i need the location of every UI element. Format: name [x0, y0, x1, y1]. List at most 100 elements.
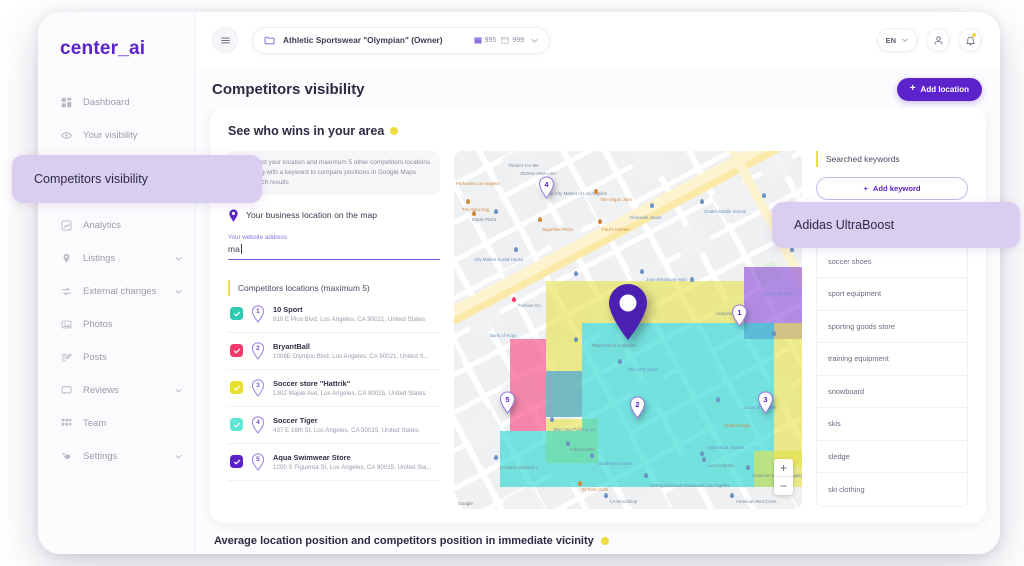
folder-icon [264, 35, 275, 46]
sidebar-item-your-visibility[interactable]: Your visibility [38, 119, 195, 152]
location-name: Athletic Sportswear "Olympian" (Owner) [283, 35, 443, 45]
user-account-button[interactable] [926, 28, 950, 52]
add-keyword-button[interactable]: + Add keyword [816, 177, 968, 200]
section-title: See who wins in your area [228, 124, 968, 138]
sidebar-item-reviews[interactable]: Reviews [38, 374, 195, 407]
sidebar-item-external-changes[interactable]: External changes [38, 275, 195, 308]
competitor-number: 2 [256, 344, 260, 352]
annotation-nav-tooltip: Competitors visibility [12, 155, 262, 203]
sidebar-item-label: Dashboard [83, 97, 130, 108]
competitor-details: Aqua Swimwear Store 1200 S Figueroa St, L… [273, 453, 432, 471]
competitor-row[interactable]: 3 Soccer store "Hattrik" 1302 Maple Ave, L… [228, 370, 440, 407]
competitor-row[interactable]: 1 10 Sport 810 E Pico Blvd, Los Angeles, C… [228, 296, 440, 333]
map-competitor-marker[interactable]: 4 [538, 176, 555, 199]
map-poi-label: American Red Cross [736, 499, 777, 504]
competitor-checkbox[interactable] [230, 307, 243, 321]
check-icon [233, 384, 241, 392]
map-heat-cell [774, 371, 802, 427]
marker-number: 1 [737, 308, 742, 317]
competitors-visibility-card: See who wins in your area Select your lo… [210, 108, 986, 523]
menu-toggle-button[interactable] [212, 27, 238, 53]
map-zoom-controls[interactable]: + − [774, 459, 793, 495]
map-poi-dot [640, 269, 644, 274]
competitors-map[interactable]: The City Market of Los Angeles The Vegan … [454, 151, 802, 509]
map-heat-cell [546, 323, 582, 371]
keyword-row[interactable]: sport equipment [817, 278, 967, 311]
chevron-down-icon [530, 36, 539, 45]
keyword-row[interactable]: sledge [817, 441, 967, 473]
competitor-number: 4 [256, 418, 260, 426]
sidebar-item-team[interactable]: Team [38, 407, 195, 440]
check-icon [233, 310, 241, 318]
map-competitor-marker[interactable]: 1 [731, 304, 748, 327]
map-heat-cell [698, 323, 774, 371]
plus-icon: + [909, 83, 916, 94]
keyword-row[interactable]: ski clothing [817, 473, 967, 506]
sidebar-item-label: Settings [83, 451, 118, 462]
photo-icon [60, 318, 73, 331]
top-bar: Athletic Sportswear "Olympian" (Owner) 9… [196, 12, 1000, 68]
keyword-row[interactable]: snowboard [817, 376, 967, 408]
map-poi-dot [746, 465, 750, 470]
map-block [502, 484, 548, 509]
location-selector[interactable]: Athletic Sportswear "Olympian" (Owner) 9… [252, 26, 550, 54]
business-location-label: Your business location on the map [246, 210, 378, 221]
keyword-row[interactable]: skis [817, 408, 967, 441]
keyword-row[interactable]: training equipment [817, 343, 967, 376]
info-dot-icon[interactable] [600, 537, 609, 545]
competitor-pin-icon: 1 [251, 305, 265, 323]
competitor-checkbox[interactable] [230, 344, 243, 358]
map-competitor-marker[interactable]: 2 [629, 396, 646, 419]
sidebar-item-dashboard[interactable]: Dashboard [38, 86, 195, 119]
zoom-out-button[interactable]: − [774, 477, 793, 495]
section-title-text: See who wins in your area [228, 124, 385, 138]
website-address-input[interactable]: ma [228, 243, 440, 260]
keyword-row[interactable]: sporting goods store [817, 311, 967, 343]
competitor-row[interactable]: 4 Soccer Tiger 437 E 16th St, Los Angeles,… [228, 407, 440, 444]
marker-number: 5 [505, 395, 510, 404]
competitor-address: 1008E Olympic Blvd, Los Angeles, CA 9002… [273, 352, 429, 360]
map-poi-dot [690, 277, 694, 282]
map-poi-dot [512, 297, 516, 302]
map-poi-dot [700, 199, 704, 204]
zoom-in-button[interactable]: + [774, 459, 793, 477]
competitor-address: 437 E 16th St, Los Angeles, CA 90015, Un… [273, 426, 419, 434]
map-poi-dot [644, 473, 648, 478]
competitor-address: 810 E Pico Blvd, Los Angeles, CA 90021, … [273, 315, 426, 323]
map-competitor-marker[interactable]: 5 [499, 391, 516, 414]
map-poi-label: Damselle Jeans [630, 215, 662, 220]
app-logo[interactable]: center_ai [38, 12, 195, 60]
sidebar-item-settings[interactable]: Settings [38, 440, 195, 473]
competitor-checkbox[interactable] [230, 381, 243, 395]
add-location-button[interactable]: + Add location [896, 77, 982, 101]
map-poi-dot [762, 193, 766, 198]
map-poi-dot [538, 217, 542, 222]
competitor-row[interactable]: 2 BryantBall 1008E Olympic Blvd, Los Angel… [228, 333, 440, 370]
competitor-checkbox[interactable] [230, 418, 243, 432]
business-location-marker[interactable] [606, 283, 650, 341]
info-dot-icon[interactable] [390, 127, 399, 135]
sidebar-item-analytics[interactable]: Analytics [38, 209, 195, 242]
top-bar-actions: EN [876, 28, 982, 52]
map-poi-label: Chater Middle School [704, 209, 746, 214]
chevron-down-icon [174, 452, 183, 461]
sidebar-item-photos[interactable]: Photos [38, 308, 195, 341]
keyword-row[interactable]: soccer shoes [817, 246, 967, 278]
competitor-checkbox[interactable] [230, 455, 243, 469]
marker-number: 3 [763, 395, 768, 404]
sidebar-item-listings[interactable]: Listings [38, 242, 195, 275]
sync-icon [60, 285, 73, 298]
map-competitor-marker[interactable]: 3 [757, 391, 774, 414]
posts-icon [60, 351, 73, 364]
language-selector[interactable]: EN [876, 28, 918, 52]
hint-text: Select your location and maximum 5 other… [249, 159, 431, 186]
map-poi-label: Maple Plaza [472, 217, 497, 222]
competitor-number: 3 [256, 381, 260, 389]
map-heat-cell [500, 431, 582, 487]
check-icon [233, 421, 241, 429]
map-poi-label: City Market Social House [474, 257, 524, 262]
pin-icon [229, 209, 238, 222]
notifications-button[interactable] [958, 28, 982, 52]
sidebar-item-posts[interactable]: Posts [38, 341, 195, 374]
competitor-row[interactable]: 5 Aqua Swimwear Store 1200 S Figueroa St, … [228, 444, 440, 481]
